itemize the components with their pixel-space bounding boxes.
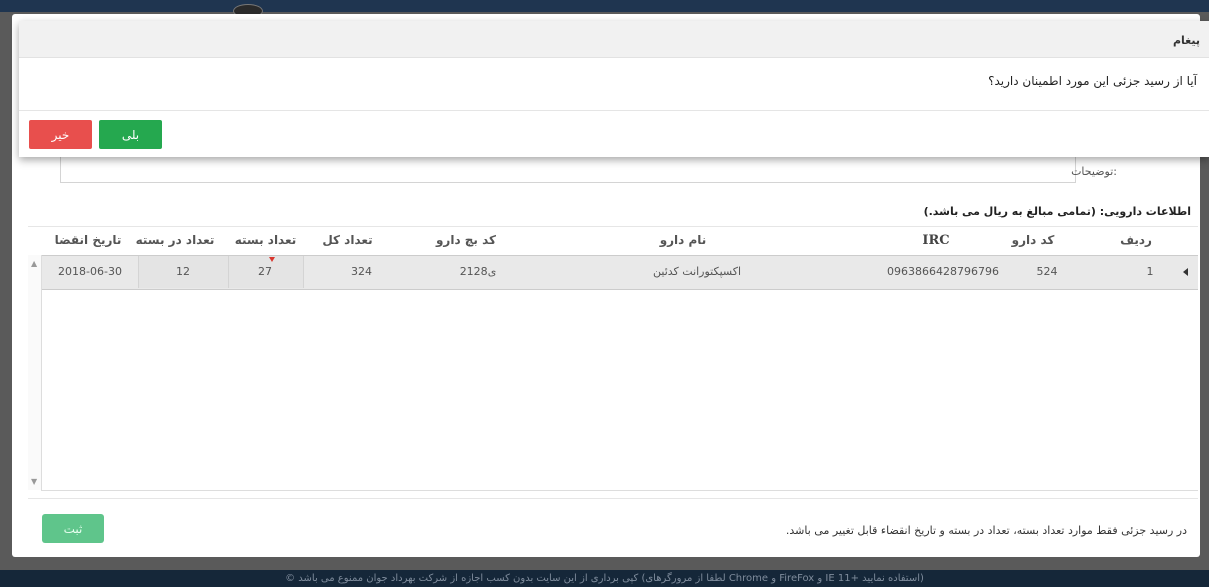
cell-batch-code: 2128ی (459, 265, 497, 278)
triangle-left-icon (1183, 268, 1188, 276)
cell-drug-name: اکسپکتورانت کدئین (653, 265, 741, 278)
grid-scrollbar[interactable]: ▲ ▼ (28, 255, 42, 490)
dialog-message: آیا از رسید جزئی این مورد اطمینان دارید؟ (988, 74, 1197, 88)
cell-expiry-date[interactable]: 2018-06-30 (50, 265, 130, 278)
drug-grid: ردیف کد دارو IRC نام دارو کد بچ دارو تعد… (28, 228, 1198, 491)
divider (28, 498, 1198, 499)
no-button[interactable]: خیر (29, 120, 92, 149)
col-header-total-count[interactable]: تعداد کل (315, 233, 380, 247)
partial-receipt-note: در رسید جزئی فقط موارد تعداد بسته، تعداد… (785, 524, 1187, 537)
divider (28, 226, 1198, 227)
copyright-footer: © کپی برداری از این سایت بدون کسب اجازه … (0, 570, 1209, 587)
edited-marker-icon (269, 257, 275, 262)
col-header-row[interactable]: ردیف (1106, 233, 1166, 247)
col-header-drug-code[interactable]: کد دارو (998, 233, 1068, 247)
cell-drug-code: 524 (1036, 265, 1058, 278)
confirm-dialog: پیغام آیا از رسید جزئی این مورد اطمینان … (19, 21, 1209, 157)
description-label: توضیحات: (1071, 165, 1117, 178)
grid-header: ردیف کد دارو IRC نام دارو کد بچ دارو تعد… (28, 228, 1198, 255)
yes-button[interactable]: بلی (99, 120, 162, 149)
browser-top-bar (0, 0, 1209, 18)
drug-info-label: اطلاعات دارویی: (تمامی مبالغ به ریال می … (923, 205, 1191, 218)
cell-total-count: 324 (351, 265, 372, 278)
cell-row: 1 (1146, 265, 1154, 278)
col-header-batch-code[interactable]: کد بچ دارو (421, 233, 511, 247)
submit-button[interactable]: ثبت (42, 514, 104, 543)
cell-package-count[interactable]: 27 (228, 265, 302, 278)
scroll-up-arrow-icon[interactable]: ▲ (31, 259, 37, 268)
col-header-package-count[interactable]: تعداد بسته (228, 233, 303, 247)
col-header-count-per-package[interactable]: تعداد در بسته (130, 233, 220, 247)
grid-body (41, 255, 1198, 491)
dialog-title: پیغام (1172, 34, 1200, 47)
cell-irc: 0963866428796796 (887, 265, 999, 278)
cell-count-per-package[interactable]: 12 (138, 265, 228, 278)
dialog-header: پیغام (19, 21, 1209, 58)
col-header-expiry-date[interactable]: تاریخ انقضا (48, 233, 128, 247)
divider (19, 110, 1209, 111)
scroll-down-arrow-icon[interactable]: ▼ (31, 477, 37, 486)
table-row[interactable]: 1 524 0963866428796796 اکسپکتورانت کدئین… (42, 255, 1198, 290)
col-header-drug-name[interactable]: نام دارو (583, 233, 783, 247)
col-header-irc[interactable]: IRC (906, 233, 966, 248)
